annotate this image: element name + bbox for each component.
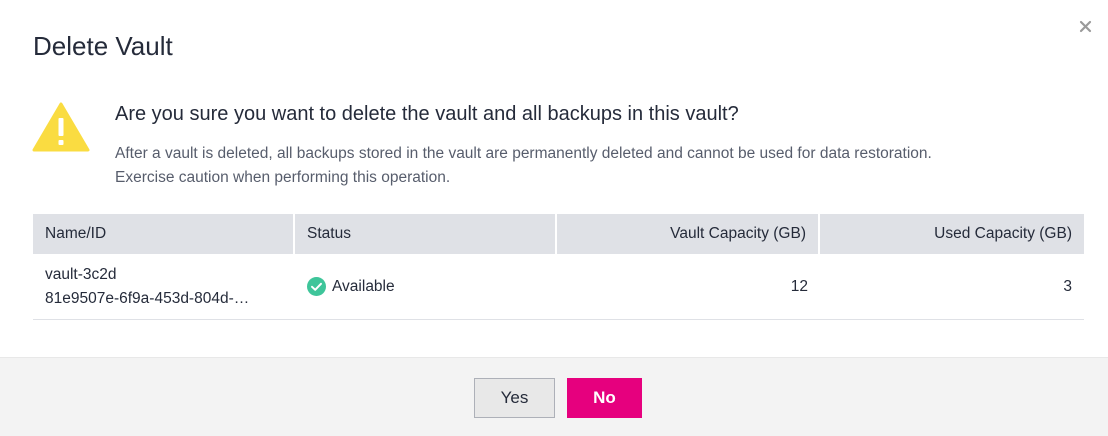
table-header: Name/ID Status Vault Capacity (GB) Used … bbox=[33, 214, 1084, 254]
description-line-2: Exercise caution when performing this op… bbox=[115, 169, 451, 186]
table-row: vault-3c2d 81e9507e-6f9a-453d-804d-… Ava… bbox=[33, 254, 1084, 320]
confirm-question: Are you sure you want to delete the vaul… bbox=[115, 103, 739, 125]
column-header-vault-capacity: Vault Capacity (GB) bbox=[557, 214, 820, 254]
delete-vault-dialog: Delete Vault Are you sure you want to de… bbox=[0, 0, 1108, 436]
vault-capacity-cell: 12 bbox=[790, 277, 808, 295]
check-circle-icon bbox=[307, 277, 326, 296]
vault-name: vault-3c2d bbox=[45, 265, 117, 283]
warning-description: After a vault is deleted, all backups st… bbox=[115, 142, 1075, 190]
used-capacity-cell: 3 bbox=[1063, 277, 1072, 295]
vault-table: Name/ID Status Vault Capacity (GB) Used … bbox=[33, 214, 1084, 320]
name-id-cell: vault-3c2d 81e9507e-6f9a-453d-804d-… bbox=[33, 254, 295, 319]
dialog-footer: Yes No bbox=[0, 357, 1108, 436]
no-button[interactable]: No bbox=[567, 378, 642, 418]
dialog-title: Delete Vault bbox=[33, 31, 173, 61]
vault-id: 81e9507e-6f9a-453d-804d-… bbox=[45, 289, 250, 307]
column-header-status: Status bbox=[295, 214, 557, 254]
column-header-name-id: Name/ID bbox=[33, 214, 295, 254]
close-icon[interactable] bbox=[1076, 17, 1096, 37]
column-header-used-capacity: Used Capacity (GB) bbox=[934, 225, 1072, 242]
yes-button[interactable]: Yes bbox=[474, 378, 555, 418]
description-line-1: After a vault is deleted, all backups st… bbox=[115, 145, 932, 162]
warning-triangle-icon bbox=[32, 102, 90, 152]
status-cell: Available bbox=[295, 254, 557, 319]
status-text: Available bbox=[332, 277, 395, 295]
